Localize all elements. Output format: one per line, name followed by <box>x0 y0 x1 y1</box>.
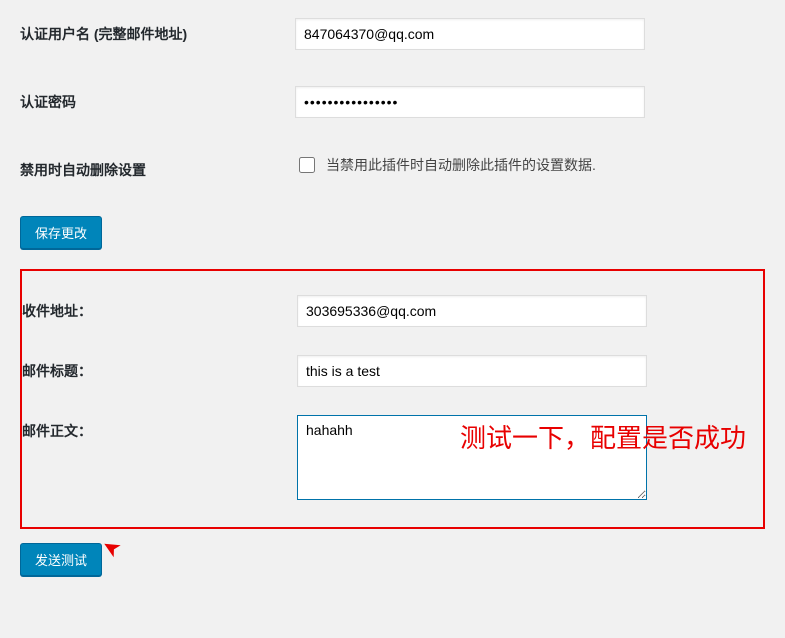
row-subject: 邮件标题： <box>22 341 763 401</box>
row-auto-delete: 禁用时自动删除设置 当禁用此插件时自动删除此插件的设置数据. <box>20 136 765 198</box>
recipient-input[interactable] <box>297 295 647 327</box>
body-textarea[interactable] <box>297 415 647 500</box>
auth-username-label: 认证用户名 (完整邮件地址) <box>20 18 295 44</box>
row-body: 邮件正文： <box>22 401 763 517</box>
send-wrap: 发送测试 ➤ <box>20 543 102 576</box>
save-button[interactable]: 保存更改 <box>20 216 102 249</box>
auth-password-input[interactable] <box>295 86 645 118</box>
send-test-button[interactable]: 发送测试 <box>20 543 102 576</box>
subject-label: 邮件标题： <box>22 355 297 381</box>
body-label: 邮件正文： <box>22 415 297 441</box>
row-auth-password: 认证密码 <box>20 68 765 136</box>
row-recipient: 收件地址： <box>22 281 763 341</box>
auto-delete-description: 当禁用此插件时自动删除此插件的设置数据. <box>326 155 596 175</box>
auto-delete-checkbox[interactable] <box>299 157 315 173</box>
subject-input[interactable] <box>297 355 647 387</box>
row-auth-username: 认证用户名 (完整邮件地址) <box>20 0 765 68</box>
recipient-label: 收件地址： <box>22 295 297 321</box>
auto-delete-label: 禁用时自动删除设置 <box>20 154 295 180</box>
save-wrap: 保存更改 <box>20 216 765 249</box>
auth-username-input[interactable] <box>295 18 645 50</box>
settings-form: 认证用户名 (完整邮件地址) 认证密码 禁用时自动删除设置 当禁用此插件时自动删… <box>0 0 785 596</box>
test-email-panel: 收件地址： 邮件标题： 邮件正文： 测试一下，配置是否成功 <box>20 269 765 529</box>
auth-password-label: 认证密码 <box>20 86 295 112</box>
